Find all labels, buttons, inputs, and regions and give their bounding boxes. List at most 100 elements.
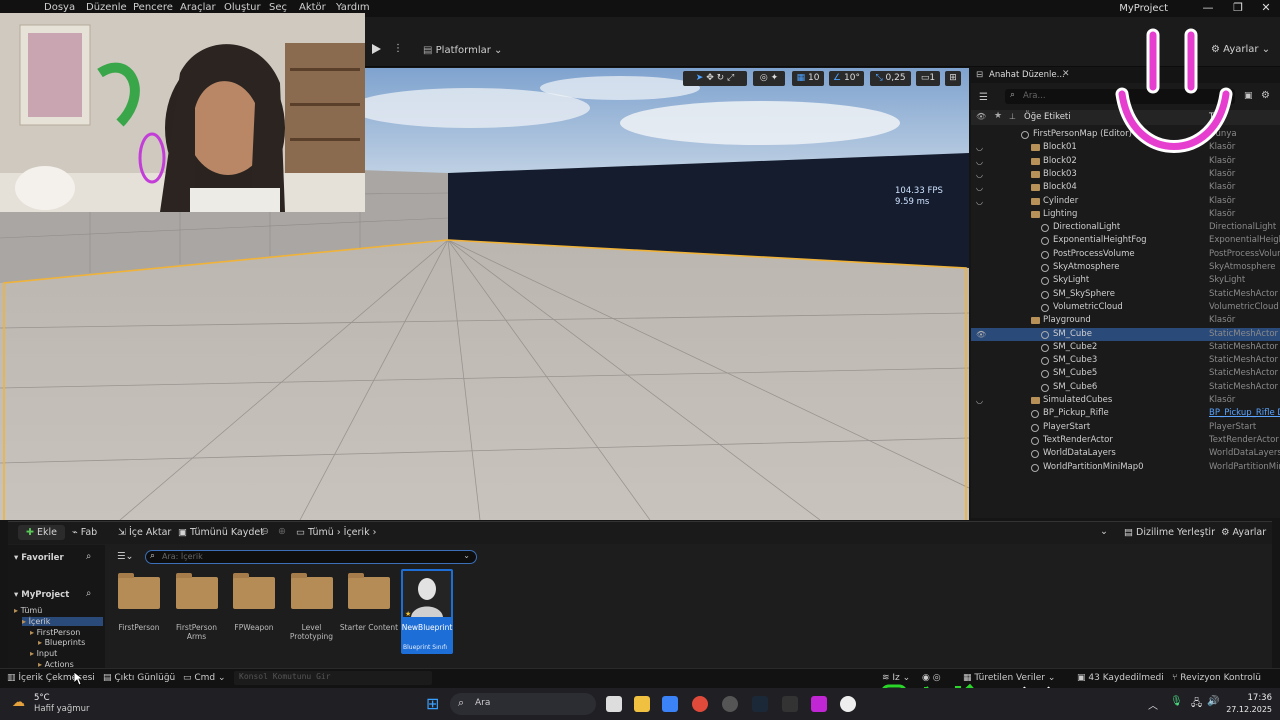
visibility-icon[interactable]: ◡ (976, 195, 983, 208)
output-log-button[interactable]: ▤ Çıktı Günlüğü (103, 673, 175, 683)
viewport-layout-icon[interactable]: ⊞ (945, 71, 961, 86)
menu-edit[interactable]: Düzenle (86, 2, 127, 13)
outliner-row[interactable]: Lighting Klasör (971, 208, 1280, 221)
visibility-icon[interactable]: ◡ (976, 394, 983, 407)
transform-tools[interactable]: ➤ ✥ ↻ ⤢ (683, 71, 747, 86)
tree-item[interactable]: ▸ Blueprints (38, 638, 85, 647)
clock-date[interactable]: 27.12.2025 (1222, 705, 1272, 714)
forward-icon[interactable]: ⊕ (278, 526, 286, 537)
select-icon[interactable]: ➤ (696, 73, 704, 83)
filter-icon[interactable]: ☰⌄ (117, 551, 133, 562)
dock-layout-button[interactable]: ▤ Dizilime Yerleştir (1124, 527, 1215, 538)
outliner-row[interactable]: ◡ Block03 Klasör (971, 168, 1280, 181)
visibility-icon[interactable]: ◡ (976, 141, 983, 154)
outliner-row[interactable]: ◡ SimulatedCubes Klasör (971, 394, 1280, 407)
visibility-icon[interactable]: 👁 (976, 328, 986, 341)
close-icon[interactable]: ✕ (1062, 69, 1070, 79)
fab-button[interactable]: ⌁ Fab (72, 527, 97, 538)
outliner-row[interactable]: ExponentialHeightFog ExponentialHeight (971, 234, 1280, 247)
unsaved-button[interactable]: ▣ 43 Kaydedilmedi (1077, 673, 1164, 683)
github-icon[interactable] (722, 696, 738, 712)
tree-item[interactable]: ▸ FirstPerson (30, 628, 80, 637)
cb-search[interactable]: ⌕ Ara: İçerik ⌄ (145, 550, 477, 564)
chrome-icon[interactable] (692, 696, 708, 712)
store-icon[interactable] (662, 696, 678, 712)
console-input[interactable]: Konsol Komutunu Gir (234, 671, 432, 685)
outliner-row[interactable]: Playground Klasör (971, 314, 1280, 327)
outliner-row[interactable]: VolumetricCloud VolumetricCloud (971, 301, 1280, 314)
chevron-down-icon[interactable]: ⌄ (1100, 526, 1108, 537)
steam-icon[interactable] (752, 696, 768, 712)
folder-tile[interactable] (348, 573, 390, 609)
epic-games-icon[interactable] (782, 696, 798, 712)
tree-item[interactable]: ▸ İçerik (22, 616, 103, 626)
folder-tile[interactable] (233, 573, 275, 609)
outliner-row[interactable]: 👁 SM_Cube StaticMeshActor (971, 327, 1280, 341)
outliner-row[interactable]: SkyLight SkyLight (971, 274, 1280, 287)
scale-snap[interactable]: ⤡ 0,25 (870, 71, 911, 86)
menu-create[interactable]: Oluştur (224, 2, 261, 13)
outliner-row[interactable]: SM_Cube2 StaticMeshActor (971, 341, 1280, 354)
add-button[interactable]: ✚ Ekle (18, 525, 65, 540)
unreal-engine-icon[interactable] (840, 696, 856, 712)
taskbar-search[interactable]: ⌕ Ara (450, 693, 596, 715)
minimize-button[interactable]: — (1198, 2, 1218, 16)
outliner-row[interactable]: SM_Cube5 StaticMeshActor (971, 367, 1280, 380)
outliner-row[interactable]: SM_Cube3 StaticMeshActor (971, 354, 1280, 367)
revision-control-button[interactable]: ⑂ Revizyon Kontrolü (1172, 673, 1261, 683)
breadcrumb-content[interactable]: İçerik (344, 527, 370, 538)
windows-start-icon[interactable]: ⊞ (426, 694, 439, 713)
play-icon[interactable] (370, 43, 382, 55)
record-icon[interactable]: ◉ ◎ (922, 673, 941, 683)
breadcrumb-all[interactable]: Tümü (308, 527, 334, 538)
menu-window[interactable]: Pencere (133, 2, 173, 13)
folder-tile[interactable] (290, 573, 333, 609)
new-blueprint-asset[interactable]: ★ NewBlueprint Blueprint Sınıfı (401, 569, 453, 654)
close-button[interactable]: ✕ (1256, 2, 1276, 16)
outliner-row[interactable]: SM_SkySphere StaticMeshActor (971, 288, 1280, 301)
rotation-snap[interactable]: ∠ 10° (829, 71, 864, 86)
outliner-row[interactable]: WorldPartitionMiniMap0 WorldPartitionMin (971, 461, 1280, 474)
network-icon[interactable]: 🖧 (1191, 696, 1202, 713)
filter-icon[interactable]: ☰ (979, 92, 988, 103)
outliner-row[interactable]: DirectionalLight DirectionalLight (971, 221, 1280, 234)
outliner-item-type[interactable]: BP_Pickup_Rifle D (1209, 407, 1280, 420)
grid-snap[interactable]: ▦ 10 (792, 71, 824, 86)
outliner-search-input[interactable]: Ara... (1023, 91, 1046, 101)
microphone-icon[interactable]: 🎙 (1170, 696, 1183, 707)
more-options-icon[interactable]: ⋮ (393, 43, 403, 54)
menu-help[interactable]: Yardım (336, 2, 370, 13)
folder-tile[interactable] (175, 573, 218, 609)
back-icon[interactable]: ⊖ (261, 526, 269, 537)
outliner-row[interactable]: WorldDataLayers WorldDataLayers (971, 447, 1280, 460)
search-icon[interactable]: ⌕ (86, 588, 91, 599)
search-icon[interactable]: ⌕ (86, 551, 91, 562)
file-explorer-icon[interactable] (634, 696, 650, 712)
tree-item[interactable]: ▸ Tümü (14, 606, 42, 615)
camera-speed[interactable]: ▭1 (916, 71, 940, 86)
menu-select[interactable]: Seç (269, 2, 287, 13)
favorites-section[interactable]: ▾ Favoriler (14, 553, 64, 563)
menu-tools[interactable]: Araçlar (180, 2, 216, 13)
gear-icon[interactable]: ⚙ (1261, 90, 1270, 101)
project-section[interactable]: ▾ MyProject (14, 590, 69, 600)
outliner-row[interactable]: PostProcessVolume PostProcessVolur (971, 248, 1280, 261)
cb-search-input[interactable]: Ara: İçerik (162, 552, 203, 561)
outliner-row[interactable]: SkyAtmosphere SkyAtmosphere (971, 261, 1280, 274)
volume-icon[interactable]: 🔊 (1207, 696, 1219, 707)
task-view-icon[interactable] (606, 696, 622, 712)
folder-tile[interactable] (118, 573, 160, 609)
outliner-row[interactable]: BP_Pickup_Rifle BP_Pickup_Rifle D (971, 407, 1280, 420)
move-icon[interactable]: ✥ (706, 73, 714, 83)
visibility-icon[interactable]: ◡ (976, 181, 983, 194)
clock-time[interactable]: 17:36 (1228, 693, 1273, 703)
app-icon[interactable] (811, 696, 827, 712)
import-button[interactable]: ⇲ İçe Aktar (118, 527, 171, 538)
folder-add-icon[interactable]: ▣ (1244, 91, 1253, 101)
save-all-button[interactable]: ▣ Tümünü Kaydet (178, 527, 264, 538)
menu-actor[interactable]: Aktör (299, 2, 326, 13)
visibility-icon[interactable]: ◡ (976, 155, 983, 168)
outliner-row[interactable]: TextRenderActor TextRenderActor (971, 434, 1280, 447)
visibility-icon[interactable]: ◡ (976, 168, 983, 181)
maximize-button[interactable]: ❐ (1228, 2, 1248, 16)
